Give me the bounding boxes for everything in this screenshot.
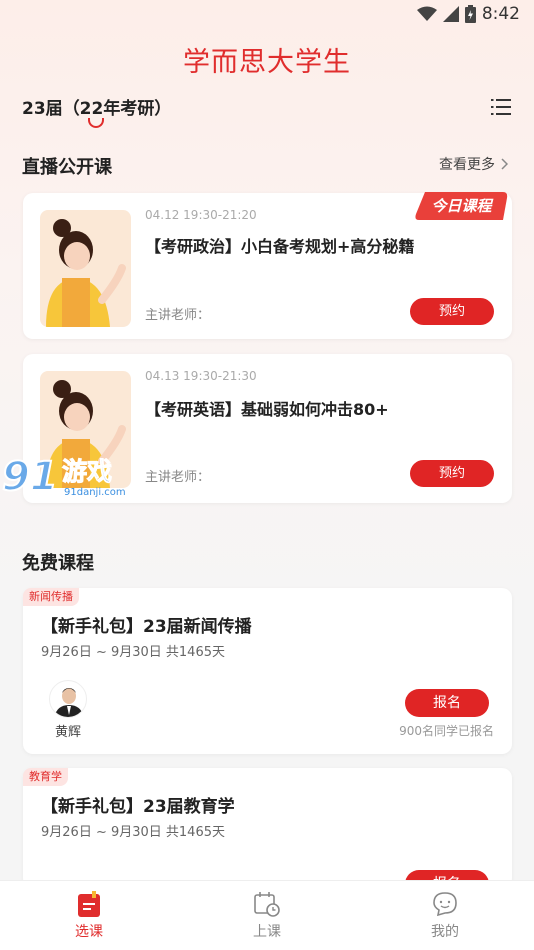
course-category-tag: 教育学 bbox=[23, 768, 68, 786]
live-section-title: 直播公开课 bbox=[22, 157, 112, 178]
live-course-title: 【考研英语】基础弱如何冲击80+ bbox=[145, 400, 389, 419]
tab-classes[interactable]: 上课 bbox=[178, 881, 356, 950]
today-course-badge: 今日课程 bbox=[415, 192, 508, 222]
course-category-tag: 新闻传播 bbox=[23, 588, 79, 606]
svg-text:游戏: 游戏 bbox=[62, 457, 112, 486]
course-date: 9月26日 ~ 9月30日 共1465天 bbox=[41, 825, 225, 840]
live-course-time: 04.12 19:30-21:20 bbox=[145, 208, 257, 222]
reserve-button[interactable]: 预约 bbox=[410, 298, 494, 325]
watermark-logo: 91 游戏 91danji.com bbox=[0, 450, 140, 506]
wifi-icon bbox=[416, 6, 437, 21]
signup-button[interactable]: 报名 bbox=[405, 689, 489, 717]
live-course-time: 04.13 19:30-21:30 bbox=[145, 369, 257, 383]
avatar bbox=[49, 680, 87, 718]
chat-face-icon bbox=[433, 892, 457, 917]
app-title: 学而思大学生 bbox=[183, 47, 351, 78]
see-more-link[interactable]: 查看更多 bbox=[439, 154, 508, 174]
teacher-illustration bbox=[40, 210, 131, 327]
status-bar: 8:42 bbox=[0, 0, 534, 28]
course-title: 【新手礼包】23届教育学 bbox=[41, 797, 235, 817]
status-time: 8:42 bbox=[481, 4, 520, 24]
battery-icon bbox=[464, 5, 476, 23]
grade-selector[interactable]: 23届（22年考研） bbox=[22, 94, 171, 119]
tab-label: 上课 bbox=[253, 924, 281, 940]
live-course-title: 【考研政治】小白备考规划+高分秘籍 bbox=[145, 237, 415, 256]
live-course-card[interactable]: 04.12 19:30-21:20 【考研政治】小白备考规划+高分秘籍 主讲老师… bbox=[23, 192, 512, 339]
bottom-nav: 选课 上课 我的 bbox=[0, 880, 534, 950]
svg-text:91danji.com: 91danji.com bbox=[64, 487, 126, 498]
enrolled-count: 900名同学已报名 bbox=[399, 724, 494, 738]
tab-course-select[interactable]: 选课 bbox=[0, 881, 178, 950]
course-date: 9月26日 ~ 9月30日 共1465天 bbox=[41, 645, 225, 660]
teacher-name: 黄辉 bbox=[55, 725, 82, 740]
svg-text:91: 91 bbox=[2, 454, 58, 500]
calendar-clock-icon bbox=[254, 892, 280, 917]
today-course-badge-label: 今日课程 bbox=[431, 197, 492, 215]
course-select-icon bbox=[78, 891, 100, 917]
chevron-right-icon bbox=[501, 158, 508, 170]
tab-label: 选课 bbox=[75, 924, 103, 940]
see-more-label: 查看更多 bbox=[439, 157, 495, 173]
course-title: 【新手礼包】23届新闻传播 bbox=[41, 617, 252, 637]
free-course-card[interactable]: 教育学 【新手礼包】23届教育学 9月26日 ~ 9月30日 共1465天 报名 bbox=[23, 768, 512, 898]
free-course-card[interactable]: 新闻传播 【新手礼包】23届新闻传播 9月26日 ~ 9月30日 共1465天 … bbox=[23, 588, 512, 754]
tab-profile[interactable]: 我的 bbox=[356, 881, 534, 950]
reserve-button[interactable]: 预约 bbox=[410, 460, 494, 487]
teacher-label: 主讲老师： bbox=[145, 470, 211, 485]
teacher-label: 主讲老师： bbox=[145, 308, 211, 323]
signal-icon bbox=[442, 6, 459, 22]
list-menu-icon[interactable] bbox=[491, 98, 511, 116]
tab-label: 我的 bbox=[431, 924, 459, 940]
free-section-title: 免费课程 bbox=[22, 553, 94, 574]
